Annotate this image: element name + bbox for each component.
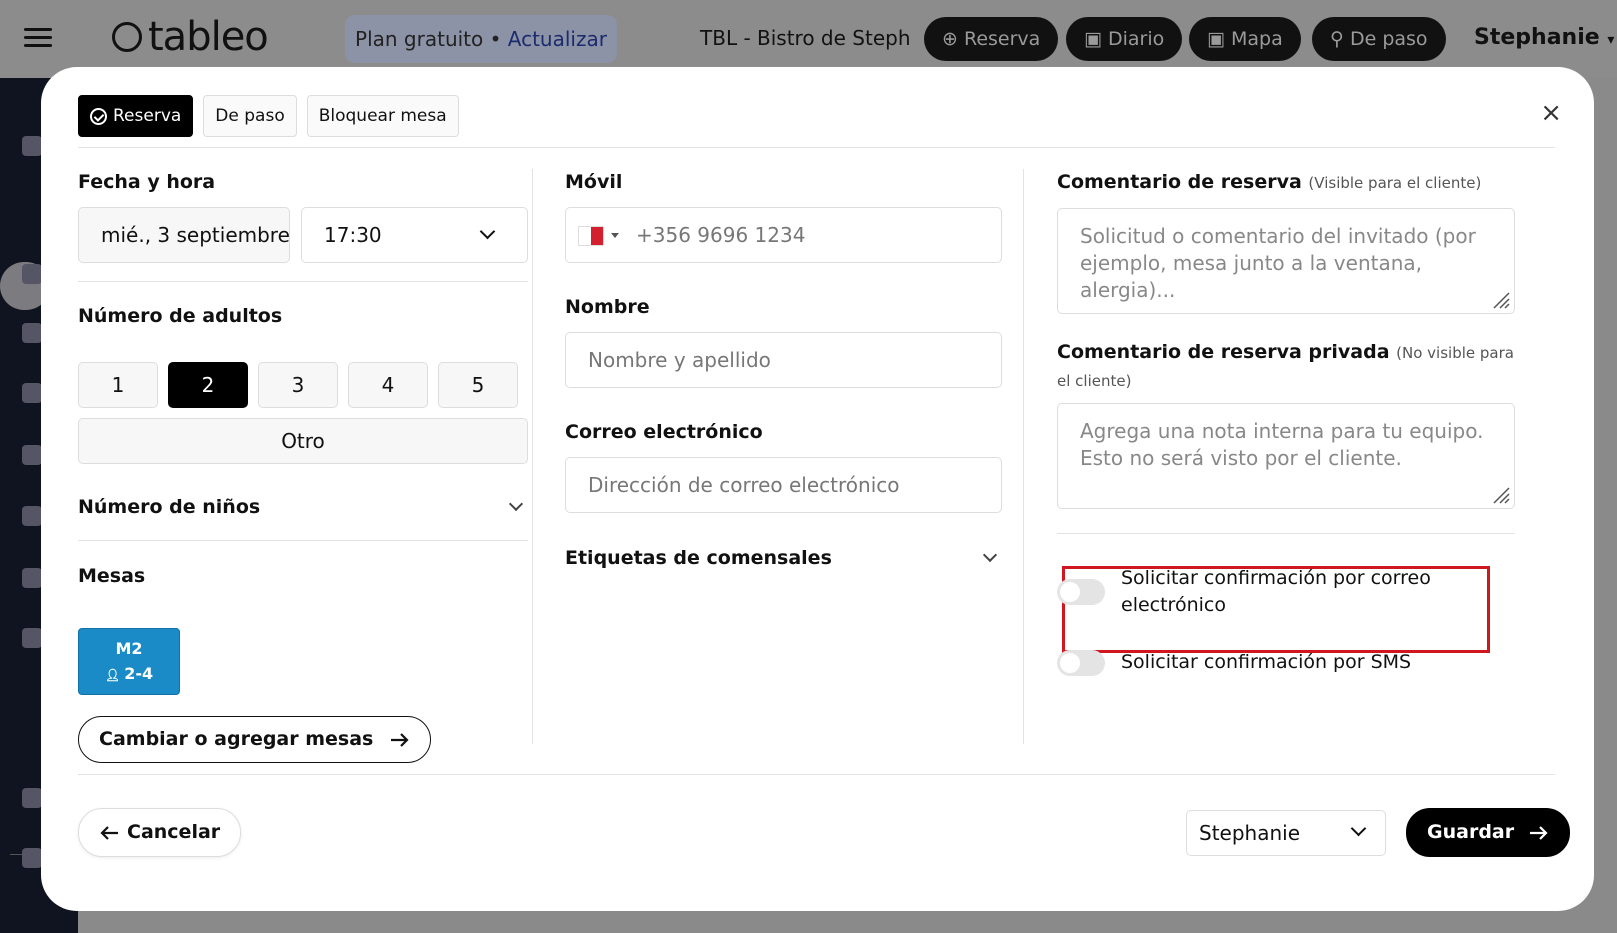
resize-grip-icon[interactable]: [1492, 291, 1510, 309]
tab-walk-in[interactable]: De paso: [203, 95, 297, 137]
column-divider: [1023, 169, 1024, 744]
plan-label: Plan gratuito: [355, 27, 484, 51]
arrow-right-icon: [390, 732, 409, 747]
user-menu[interactable]: Stephanie ▾: [1474, 25, 1614, 50]
adults-option-2[interactable]: 2: [168, 362, 248, 408]
table-card[interactable]: M2 👤︎ 2-4: [78, 628, 180, 695]
chat-icon[interactable]: [22, 848, 42, 868]
divider: [78, 540, 528, 541]
map-button[interactable]: ▣ Mapa: [1189, 17, 1301, 61]
caret-down-icon: ▾: [1607, 32, 1615, 48]
chevron-down-icon[interactable]: [508, 496, 524, 512]
upgrade-link[interactable]: Actualizar: [508, 27, 607, 51]
date-time-label: Fecha y hora: [78, 171, 216, 193]
close-icon[interactable]: ×: [1540, 100, 1562, 126]
diary-button[interactable]: ▣ Diario: [1066, 17, 1183, 61]
save-button[interactable]: Guardar: [1406, 808, 1570, 857]
list-icon[interactable]: [22, 264, 42, 284]
support-icon[interactable]: [22, 788, 42, 808]
chevron-down-icon: [1350, 820, 1367, 837]
chevron-down-icon: [479, 223, 496, 240]
reservation-modal: Reserva De paso Bloquear mesa × Fecha y …: [41, 67, 1594, 911]
resize-grip-icon[interactable]: [1492, 486, 1510, 504]
footer-divider: [78, 774, 1555, 775]
new-reservation-button[interactable]: ⊕ Reserva: [924, 17, 1059, 61]
name-input[interactable]: Nombre y apellido: [565, 332, 1002, 388]
chart-icon[interactable]: [22, 445, 42, 465]
header-divider: [78, 147, 1555, 148]
venue-name[interactable]: TBL - Bistro de Steph: [700, 26, 911, 50]
calendar-icon: ▣: [1084, 28, 1108, 50]
private-comment-label: Comentario de reserva privada (No visibl…: [1057, 341, 1514, 390]
adults-option-1[interactable]: 1: [78, 362, 158, 408]
reservation-comment-label: Comentario de reserva (Visible para el c…: [1057, 171, 1482, 193]
person-icon: 👤︎: [104, 668, 125, 682]
date-picker[interactable]: mié., 3 septiembre 25: [78, 207, 290, 263]
menu-icon[interactable]: [24, 28, 52, 48]
table-capacity: 👤︎ 2-4: [104, 664, 154, 683]
sms-confirmation-toggle[interactable]: [1057, 650, 1105, 676]
email-confirmation-toggle[interactable]: [1057, 579, 1105, 605]
change-tables-button[interactable]: Cambiar o agregar mesas: [78, 716, 431, 763]
column-divider: [532, 169, 533, 744]
adults-other-button[interactable]: Otro: [78, 418, 528, 464]
plan-badge[interactable]: Plan gratuito • Actualizar: [345, 15, 617, 63]
table-name: M2: [115, 639, 143, 658]
check-circle-icon: [90, 107, 107, 125]
plus-icon: ⊕: [942, 28, 964, 50]
cart-icon[interactable]: [22, 506, 42, 526]
logo: tableo: [112, 14, 269, 60]
staff-select[interactable]: Stephanie: [1186, 810, 1386, 856]
adults-option-5[interactable]: 5: [438, 362, 518, 408]
sms-confirmation-label: Solicitar confirmación por SMS: [1121, 651, 1412, 673]
tab-reservation[interactable]: Reserva: [78, 95, 194, 137]
gear-icon[interactable]: [22, 628, 42, 648]
modal-tabs: Reserva De paso Bloquear mesa: [78, 95, 459, 137]
arrow-left-icon: [100, 825, 118, 840]
adults-option-3[interactable]: 3: [258, 362, 338, 408]
mobile-input[interactable]: +356 9696 1234: [565, 207, 1002, 263]
mobile-label: Móvil: [565, 171, 623, 193]
chevron-down-icon[interactable]: [982, 547, 998, 563]
adults-label: Número de adultos: [78, 305, 283, 327]
walk-in-button[interactable]: ⚲ De paso: [1312, 17, 1446, 61]
reservation-comment-textarea[interactable]: Solicitud o comentario del invitado (por…: [1057, 208, 1515, 314]
malta-flag-icon[interactable]: [578, 226, 604, 246]
email-confirmation-label: Solicitar confirmación por correo electr…: [1121, 567, 1431, 616]
star-icon[interactable]: [22, 383, 42, 403]
caret-down-icon[interactable]: [611, 233, 619, 238]
tab-block-table[interactable]: Bloquear mesa: [306, 95, 459, 137]
guest-tags-label[interactable]: Etiquetas de comensales: [565, 547, 832, 569]
puzzle-icon[interactable]: [22, 568, 42, 588]
divider: [78, 281, 528, 282]
time-select[interactable]: 17:30: [301, 207, 528, 263]
tables-label: Mesas: [78, 565, 146, 587]
arrow-right-icon: [1529, 825, 1548, 840]
email-input[interactable]: Dirección de correo electrónico: [565, 457, 1002, 513]
children-label[interactable]: Número de niños: [78, 496, 260, 518]
cancel-button[interactable]: Cancelar: [78, 808, 242, 857]
users-icon[interactable]: [22, 323, 42, 343]
divider: [1057, 533, 1515, 534]
email-label: Correo electrónico: [565, 421, 763, 443]
map-icon: ▣: [1207, 28, 1231, 50]
adults-option-4[interactable]: 4: [348, 362, 428, 408]
dashboard-icon[interactable]: [22, 136, 42, 156]
walking-icon: ⚲: [1330, 28, 1350, 50]
plan-separator: •: [483, 27, 508, 51]
private-comment-textarea[interactable]: Agrega una nota interna para tu equipo. …: [1057, 403, 1515, 509]
name-label: Nombre: [565, 296, 650, 318]
